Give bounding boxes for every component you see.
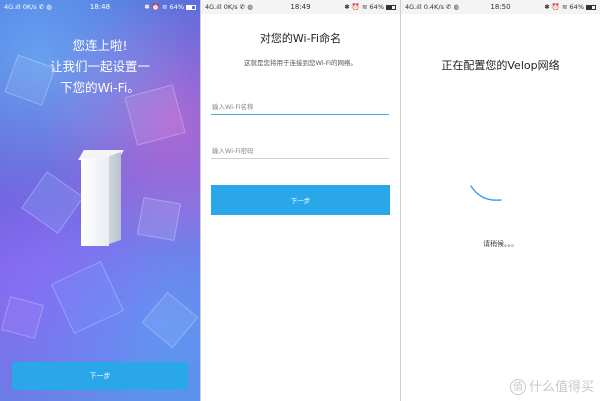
page-subtitle: 这就是您将用于连接到您Wi-Fi的网络。 (243, 59, 357, 67)
page-title: 正在配置您的Velop网络 (441, 59, 560, 72)
battery-icon (186, 4, 196, 10)
page-title: 对您的Wi-Fi命名 (259, 32, 342, 45)
waiting-text: 请稍候。。。 (483, 240, 518, 248)
welcome-line-1: 您连上啦! (72, 38, 128, 53)
status-right: ✱ ⏰ ≋ 64% (144, 3, 196, 11)
decor-square (21, 171, 84, 234)
status-right: ✱ ⏰ ≋ 64% (544, 3, 596, 11)
watermark-logo: 值 (509, 379, 526, 395)
site-watermark: 值什么值得买 (509, 376, 594, 395)
configuring-screen: 4G.ıll 0.4K/s ✆ ◍ 18:50 ✱ ⏰ ≋ 64% 正在配置您的… (401, 0, 600, 401)
name-wifi-screen: 4G.ıll 0K/s ✆ ◍ 18:49 ✱ ⏰ ≋ 64% 对您的Wi-Fi… (201, 0, 400, 401)
status-icons: ✱ ⏰ ≋ 64% (144, 3, 184, 11)
welcome-screen: 4G.ıll 0K/s ✆ ◍ 18:48 ✱ ⏰ ≋ 64% 您连上啦! 让我… (0, 0, 200, 401)
status-bar: 4G.ıll 0K/s ✆ ◍ 18:48 ✱ ⏰ ≋ 64% (0, 0, 200, 14)
decor-square (50, 260, 125, 335)
welcome-line-2: 让我们一起设置一 (49, 59, 150, 74)
battery-icon (386, 4, 396, 10)
decor-square (141, 291, 199, 349)
status-icons: ✱ ⏰ ≋ 64% (344, 3, 384, 11)
wifi-password-input[interactable] (211, 143, 389, 159)
status-right: ✱ ⏰ ≋ 64% (344, 3, 396, 11)
status-icons: ✱ ⏰ ≋ 64% (544, 3, 584, 11)
watermark-text: 什么值得买 (528, 379, 594, 395)
battery-icon (586, 4, 596, 10)
welcome-line-3: 下您的Wi-Fi。 (60, 80, 140, 95)
router-front (81, 158, 109, 246)
status-bar: 4G.ıll 0.4K/s ✆ ◍ 18:50 ✱ ⏰ ≋ 64% (401, 0, 600, 14)
wifi-name-input[interactable] (211, 99, 389, 115)
decor-square (136, 196, 182, 242)
next-button[interactable]: 下一步 (12, 362, 188, 390)
decor-square (1, 296, 44, 339)
velop-router-image (78, 148, 124, 246)
next-button[interactable]: 下一步 (211, 185, 390, 215)
welcome-text: 您连上啦! 让我们一起设置一 下您的Wi-Fi。 (0, 35, 200, 98)
status-bar: 4G.ıll 0K/s ✆ ◍ 18:49 ✱ ⏰ ≋ 64% (201, 0, 400, 14)
router-side (109, 152, 121, 244)
loading-spinner-icon (470, 185, 502, 201)
